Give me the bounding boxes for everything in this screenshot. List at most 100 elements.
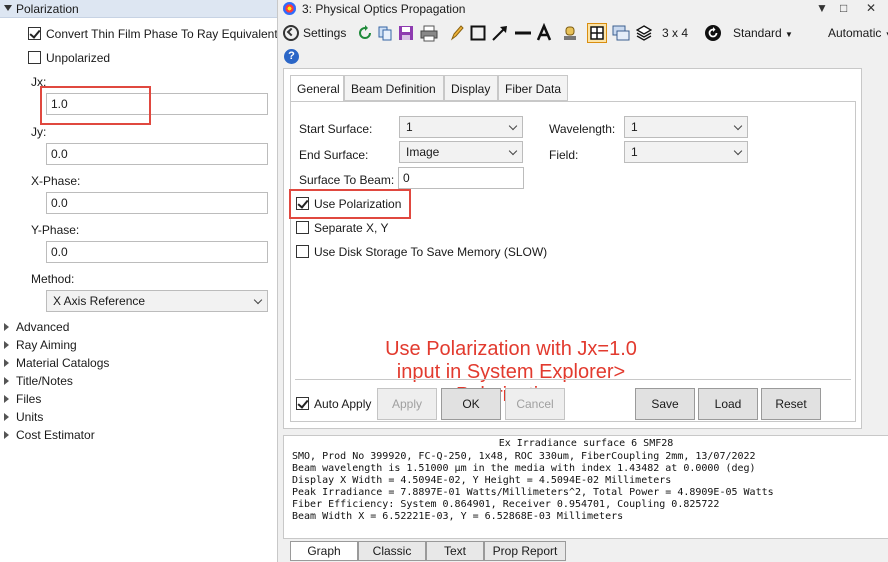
expand-triangle-icon <box>4 341 9 349</box>
unpolarized-label: Unpolarized <box>46 51 111 65</box>
auto-apply-label: Auto Apply <box>314 397 372 411</box>
expand-triangle-icon <box>4 413 9 421</box>
window-title: 3: Physical Optics Propagation <box>302 2 466 16</box>
annotation-line-2: input in System Explorer> <box>396 361 626 383</box>
dropdown-icon[interactable]: ▼ <box>816 1 828 15</box>
tab-graph[interactable]: Graph <box>290 541 358 561</box>
collapse-triangle-icon <box>4 5 12 11</box>
unpolarized-checkbox[interactable] <box>28 51 41 64</box>
separate-xy-checkbox[interactable] <box>296 221 309 234</box>
output-line: Beam wavelength is 1.51000 µm in the med… <box>292 463 756 474</box>
tree-item-label: Advanced <box>16 320 70 334</box>
load-button[interactable]: Load <box>698 388 758 420</box>
settings-button[interactable]: Settings <box>303 26 346 40</box>
crosshair-grid-icon[interactable] <box>587 23 607 43</box>
close-icon[interactable]: ✕ <box>866 1 876 15</box>
pencil-icon[interactable] <box>449 23 465 43</box>
line-icon[interactable] <box>514 23 532 43</box>
chevron-down-icon <box>508 121 518 131</box>
save-icon[interactable] <box>398 23 414 43</box>
window-titlebar: 3: Physical Optics Propagation ▼ □ ✕ <box>278 0 888 18</box>
tab-beam-definition[interactable]: Beam Definition <box>344 75 444 101</box>
tab-prop-report[interactable]: Prop Report <box>484 541 566 561</box>
chevron-down-icon <box>253 295 263 305</box>
bottom-tabs: Graph Classic Text Prop Report <box>278 540 888 562</box>
output-line: Fiber Efficiency: System 0.864901, Recei… <box>292 499 720 510</box>
tab-fiber-data[interactable]: Fiber Data <box>498 75 568 101</box>
disk-storage-checkbox[interactable] <box>296 245 309 258</box>
toolbar: Settings 3 x 4 Standard ▼ Automatic <box>278 19 888 47</box>
cancel-button[interactable]: Cancel <box>505 388 565 420</box>
output-line: Display X Width = 4.5094E-02, Y Height =… <box>292 475 672 486</box>
window-layout-icon[interactable] <box>612 23 630 43</box>
start-surface-select[interactable]: 1 <box>399 116 523 138</box>
method-select[interactable]: X Axis Reference <box>46 290 268 312</box>
expand-triangle-icon <box>4 377 9 385</box>
auto-update-icon[interactable] <box>704 23 722 43</box>
chevron-down-icon <box>733 146 743 156</box>
jy-field[interactable]: 0.0 <box>46 143 268 165</box>
layers-icon[interactable] <box>636 23 652 43</box>
convert-thin-film-label: Convert Thin Film Phase To Ray Equivalen… <box>46 27 278 41</box>
surface-to-beam-field[interactable]: 0 <box>398 167 524 189</box>
xphase-field[interactable]: 0.0 <box>46 192 268 214</box>
section-title: Polarization <box>16 2 79 16</box>
automatic-label: Automatic <box>828 26 882 40</box>
rectangle-icon[interactable] <box>470 23 486 43</box>
output-line: SMO, Prod No 399920, FC-Q-250, 1x48, ROC… <box>292 451 756 462</box>
tree-item-label: Material Catalogs <box>16 356 110 370</box>
settings-panel: General Beam Definition Display Fiber Da… <box>283 68 862 429</box>
text-tool-icon[interactable] <box>536 23 552 43</box>
annotation-line-1: Use Polarization with Jx=1.0 <box>385 338 637 360</box>
wavelength-value: 1 <box>631 120 638 134</box>
polarization-section-header[interactable]: Polarization <box>0 0 277 18</box>
pop-window: 3: Physical Optics Propagation ▼ □ ✕ Set… <box>277 0 888 562</box>
chevron-down-icon <box>508 146 518 156</box>
standard-label: Standard <box>733 26 782 40</box>
field-value: 1 <box>631 145 638 159</box>
tab-general[interactable]: General <box>290 75 344 102</box>
output-header: Ex Irradiance surface 6 SMF28 <box>498 438 674 449</box>
refresh-icon[interactable] <box>357 23 373 43</box>
use-polarization-highlight-box <box>289 189 411 219</box>
output-line: Peak Irradiance = 7.8897E-01 Watts/Milli… <box>292 487 774 498</box>
xphase-label: X-Phase: <box>31 174 81 188</box>
convert-thin-film-checkbox[interactable] <box>28 27 41 40</box>
save-button[interactable]: Save <box>635 388 695 420</box>
tree-item-label: Files <box>16 392 42 406</box>
jx-highlight-box <box>40 86 151 125</box>
maximize-icon[interactable]: □ <box>840 1 847 15</box>
standard-dropdown[interactable]: Standard ▼ <box>733 26 793 40</box>
arrow-icon[interactable] <box>491 23 509 43</box>
print-icon[interactable] <box>420 23 438 43</box>
tab-display[interactable]: Display <box>444 75 498 101</box>
tab-text[interactable]: Text <box>426 541 484 561</box>
end-surface-value: Image <box>406 145 440 159</box>
yphase-field[interactable]: 0.0 <box>46 241 268 263</box>
chevron-down-icon <box>733 121 743 131</box>
annotation-lock-icon[interactable] <box>563 23 577 43</box>
automatic-dropdown[interactable]: Automatic ▼ <box>828 26 888 40</box>
tab-classic[interactable]: Classic <box>358 541 426 561</box>
wavelength-select[interactable]: 1 <box>624 116 748 138</box>
auto-apply-checkbox[interactable] <box>296 397 309 410</box>
tree-item-label: Cost Estimator <box>16 428 95 442</box>
expand-triangle-icon <box>4 359 9 367</box>
expand-triangle-icon <box>4 323 9 331</box>
tree-item-label: Title/Notes <box>16 374 73 388</box>
caret-down-icon: ▼ <box>785 30 793 39</box>
layout-grid-button[interactable]: 3 x 4 <box>662 26 688 40</box>
apply-button[interactable]: Apply <box>377 388 437 420</box>
ok-button[interactable]: OK <box>441 388 501 420</box>
system-explorer: Polarization Convert Thin Film Phase To … <box>0 0 278 562</box>
wavelength-label: Wavelength: <box>549 122 616 136</box>
end-surface-label: End Surface: <box>299 148 369 162</box>
copy-icon[interactable] <box>377 23 393 43</box>
end-surface-select[interactable]: Image <box>399 141 523 163</box>
reset-button[interactable]: Reset <box>761 388 821 420</box>
settings-gear-icon[interactable] <box>282 23 300 43</box>
field-select[interactable]: 1 <box>624 141 748 163</box>
help-icon[interactable]: ? <box>284 49 299 64</box>
expand-triangle-icon <box>4 395 9 403</box>
jy-label: Jy: <box>31 125 47 139</box>
